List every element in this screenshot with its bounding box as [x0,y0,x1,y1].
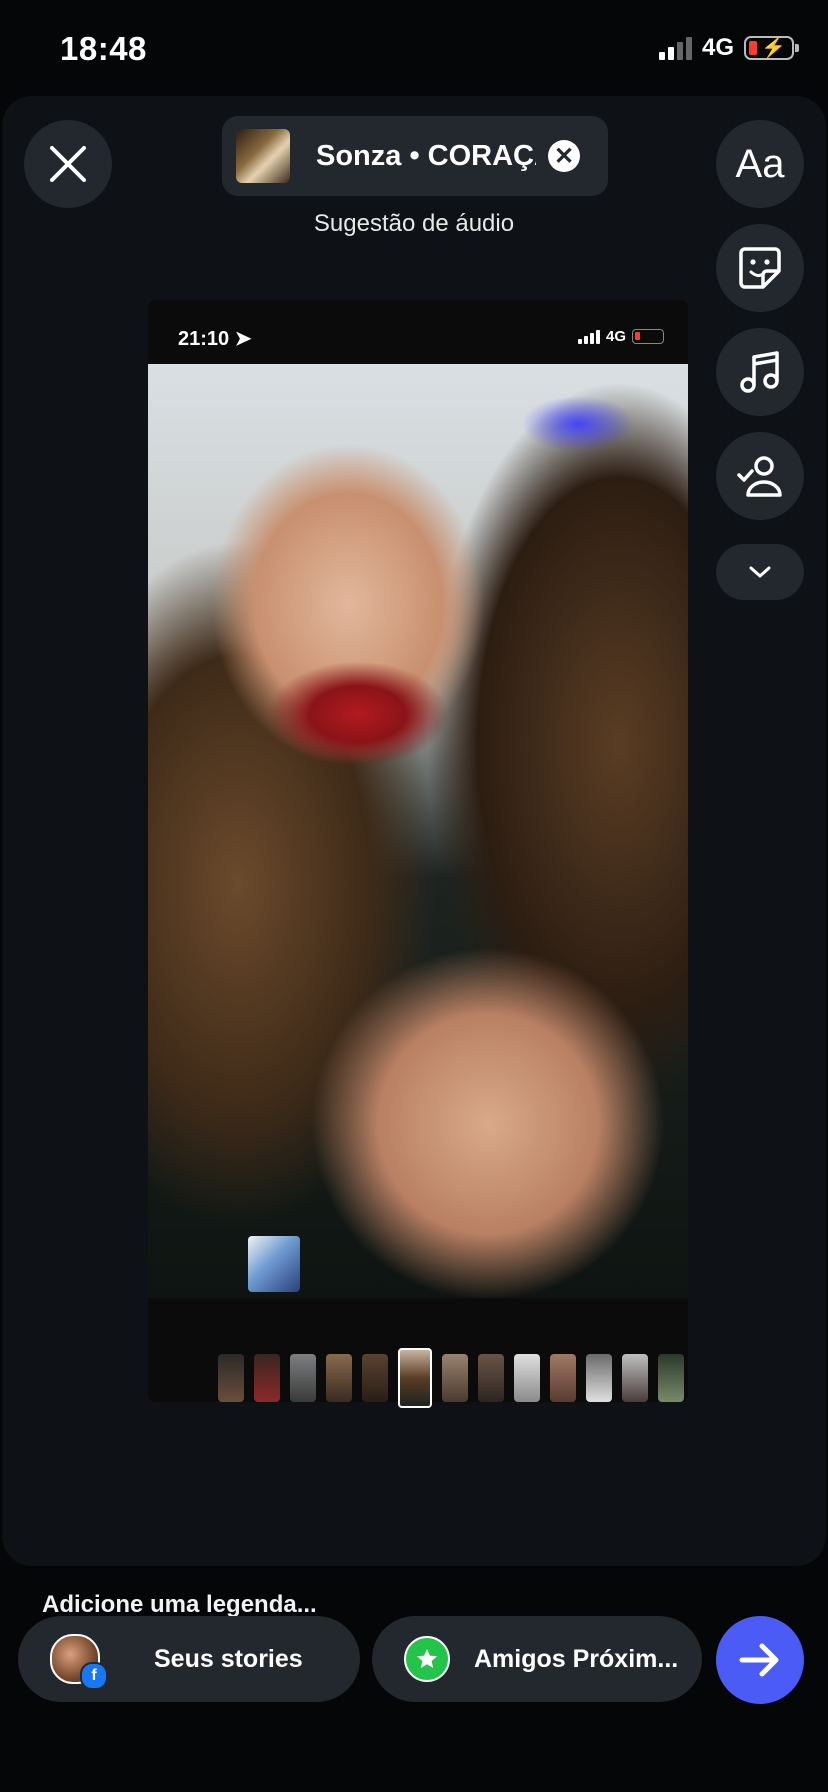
preview-battery-icon [632,329,664,344]
sticker-tool-button[interactable] [716,224,804,312]
preview-signal-icon [577,329,600,344]
arrow-right-icon [739,1643,779,1677]
music-icon [740,351,779,393]
media-thumbnail-selected[interactable] [398,1348,432,1408]
media-thumbnail[interactable] [550,1354,576,1402]
media-thumbnail[interactable] [362,1354,388,1402]
status-bar: 18:48 4G ⚡ [0,0,828,96]
media-thumbnail[interactable] [514,1354,540,1402]
close-button[interactable] [24,120,112,208]
audio-suggestion-pill[interactable]: Sonza • CORAÇÃO ✕ [222,116,608,196]
media-thumbnail[interactable] [442,1354,468,1402]
remove-audio-button[interactable]: ✕ [548,140,580,172]
media-thumbnail[interactable] [218,1354,244,1402]
status-time: 18:48 [60,30,147,67]
battery-icon: ⚡ [744,36,799,60]
text-tool-button[interactable]: Aa [716,120,804,208]
tag-people-icon [737,456,782,497]
send-button[interactable] [716,1616,804,1704]
audio-title: Sonza • CORAÇÃO [316,139,536,172]
status-indicators: 4G ⚡ [658,34,799,62]
network-type: 4G [701,34,734,61]
preview-network-type: 4G [605,328,626,345]
music-tool-button[interactable] [716,328,804,416]
preview-status-indicators: 4G [577,328,664,345]
media-thumbnail-strip [218,1348,684,1408]
share-stories-label: Seus stories [154,1644,303,1673]
more-tools-button[interactable] [716,544,804,600]
text-icon: Aa [735,141,785,186]
close-icon: ✕ [553,142,575,170]
media-thumbnail[interactable] [658,1354,684,1402]
media-thumbnail[interactable] [622,1354,648,1402]
audio-suggestion-label: Sugestão de áudio [313,210,515,237]
chevron-down-icon [749,566,771,578]
photo-sticker-image [248,1236,300,1292]
signal-icon [658,36,692,60]
media-thumbnail[interactable] [326,1354,352,1402]
album-art [236,129,290,183]
star-icon [404,1636,450,1682]
tag-people-button[interactable] [716,432,804,520]
location-arrow-icon: ➤ [234,328,252,350]
story-media-preview[interactable]: 21:10 ➤ 4G [148,300,688,1402]
close-icon [50,146,86,182]
caption-input[interactable]: Adicione uma legenda... [42,1591,317,1619]
media-thumbnail[interactable] [586,1354,612,1402]
facebook-icon: f [80,1662,108,1690]
share-close-friends-button[interactable]: Amigos Próxim... [372,1616,702,1702]
preview-status-time: 21:10 ➤ [178,328,252,350]
sticker-icon [739,247,781,289]
avatar: f [50,1634,108,1690]
media-thumbnail[interactable] [254,1354,280,1402]
close-friends-label: Amigos Próxim... [474,1644,679,1673]
share-your-stories-button[interactable]: f Seus stories [18,1616,360,1702]
media-thumbnail[interactable] [478,1354,504,1402]
media-thumbnail[interactable] [290,1354,316,1402]
preview-status-bar: 21:10 ➤ 4G [148,300,688,360]
selfie-photo [148,364,688,1298]
story-editor-panel: Sonza • CORAÇÃO ✕ Sugestão de áudio Aa [2,96,826,1618]
